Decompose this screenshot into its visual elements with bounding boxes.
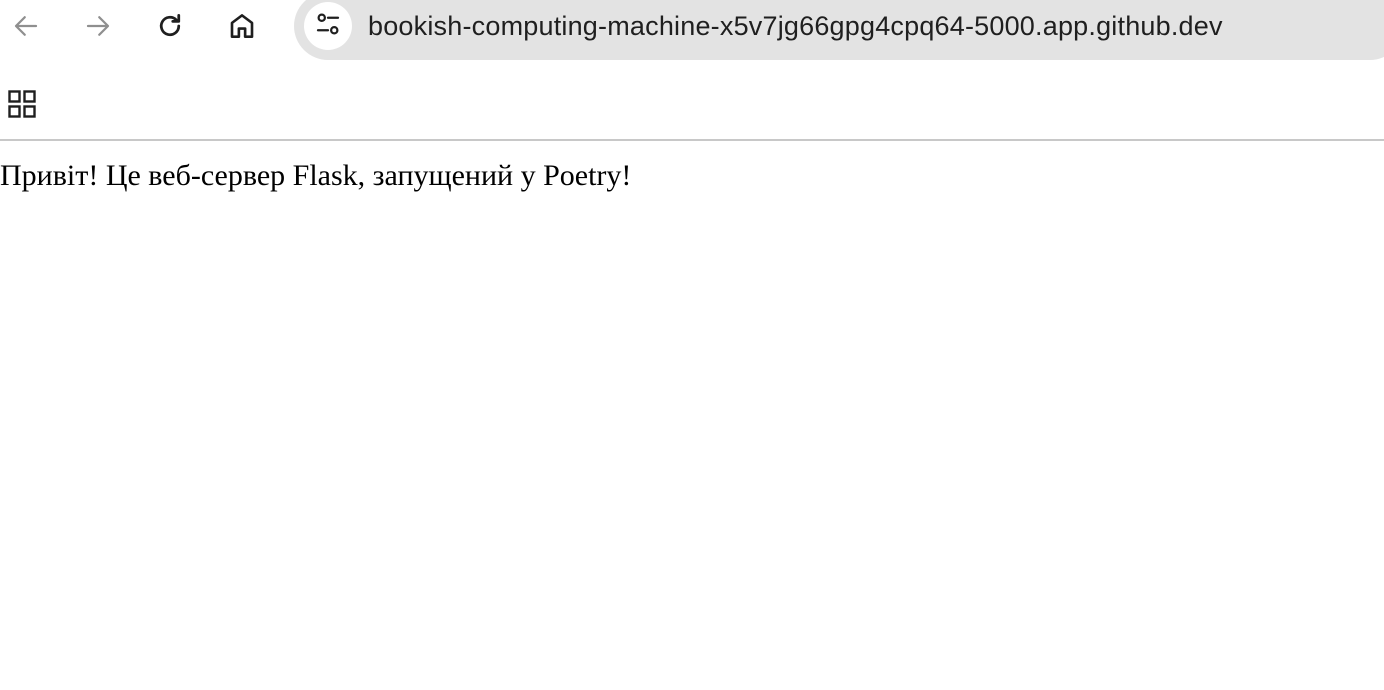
browser-toolbar: bookish-computing-machine-x5v7jg66gpg4cp… xyxy=(0,0,1384,60)
site-info-button[interactable] xyxy=(304,2,352,50)
page-content: Привіт! Це веб-сервер Flask, запущений у… xyxy=(0,143,1384,690)
arrow-right-icon xyxy=(83,11,113,41)
forward-button[interactable] xyxy=(78,6,118,46)
bookmarks-bar xyxy=(0,60,1384,141)
home-icon xyxy=(227,11,257,41)
apps-button[interactable] xyxy=(2,86,42,126)
url-text[interactable]: bookish-computing-machine-x5v7jg66gpg4cp… xyxy=(368,9,1223,43)
home-button[interactable] xyxy=(222,6,262,46)
page-message: Привіт! Це веб-сервер Flask, запущений у… xyxy=(0,159,632,192)
reload-icon xyxy=(155,11,185,41)
arrow-left-icon xyxy=(11,11,41,41)
back-button[interactable] xyxy=(6,6,46,46)
apps-grid-icon xyxy=(6,88,38,125)
tune-icon xyxy=(313,9,343,44)
reload-button[interactable] xyxy=(150,6,190,46)
